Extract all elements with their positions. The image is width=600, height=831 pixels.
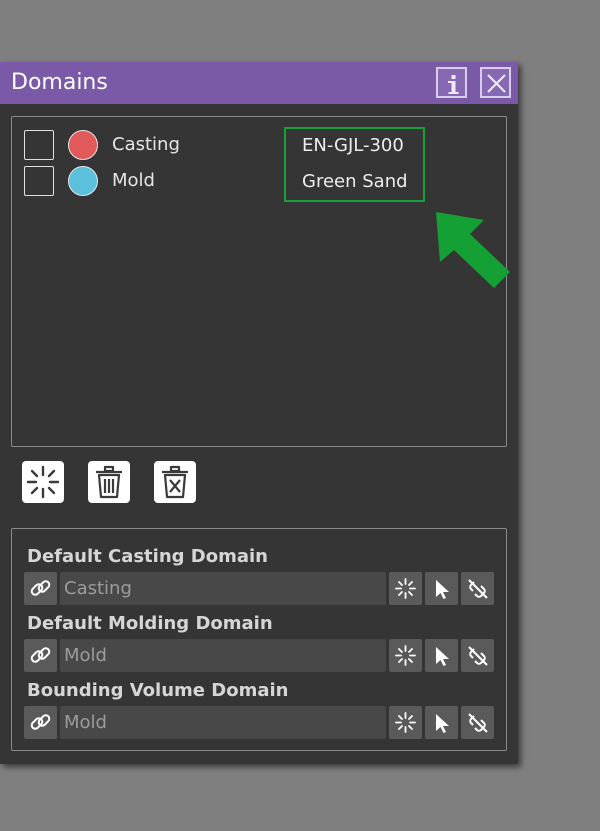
domain-color-swatch[interactable] bbox=[68, 130, 98, 160]
bounding-volume-label: Bounding Volume Domain bbox=[27, 680, 289, 701]
link-icon bbox=[30, 647, 51, 663]
window-title: Domains bbox=[11, 70, 108, 95]
default-domains-section: Default Casting Domain Casting Default M… bbox=[11, 528, 507, 751]
domain-name: Casting bbox=[112, 134, 180, 155]
cursor-icon bbox=[436, 580, 449, 599]
pick-button[interactable] bbox=[425, 639, 458, 672]
bounding-volume-input[interactable]: Mold bbox=[60, 706, 386, 739]
default-casting-field: Casting bbox=[24, 572, 496, 605]
field-value: Mold bbox=[64, 712, 107, 733]
default-casting-label: Default Casting Domain bbox=[27, 546, 268, 567]
domain-color-swatch[interactable] bbox=[68, 166, 98, 196]
field-value: Mold bbox=[64, 645, 107, 666]
default-molding-field: Mold bbox=[24, 639, 496, 672]
link-button[interactable] bbox=[24, 706, 57, 739]
link-button[interactable] bbox=[24, 639, 57, 672]
new-domain-button[interactable] bbox=[389, 639, 422, 672]
domains-panel: Domains Casting Mold EN-GJL-300 Green Sa… bbox=[0, 62, 518, 764]
delete-domain-button[interactable] bbox=[88, 461, 130, 503]
unlink-icon bbox=[468, 713, 488, 733]
domain-checkbox[interactable] bbox=[24, 130, 54, 160]
info-button[interactable] bbox=[436, 67, 467, 98]
add-sparkle-icon bbox=[395, 578, 416, 599]
unlink-button[interactable] bbox=[461, 639, 494, 672]
add-sparkle-icon bbox=[26, 465, 60, 499]
new-domain-button[interactable] bbox=[389, 572, 422, 605]
trash-icon bbox=[96, 465, 122, 499]
new-domain-button[interactable] bbox=[389, 706, 422, 739]
field-value: Casting bbox=[64, 578, 132, 599]
default-molding-input[interactable]: Mold bbox=[60, 639, 386, 672]
info-icon bbox=[448, 75, 459, 94]
domain-checkbox[interactable] bbox=[24, 166, 54, 196]
add-sparkle-icon bbox=[395, 712, 416, 733]
link-icon bbox=[30, 580, 51, 596]
link-icon bbox=[30, 714, 51, 730]
close-button[interactable] bbox=[480, 67, 511, 98]
bounding-volume-field: Mold bbox=[24, 706, 496, 739]
material-label[interactable]: Green Sand bbox=[302, 171, 408, 192]
material-highlight: EN-GJL-300 Green Sand bbox=[284, 127, 425, 202]
delete-all-button[interactable] bbox=[154, 461, 196, 503]
add-domain-button[interactable] bbox=[22, 461, 64, 503]
default-casting-input[interactable]: Casting bbox=[60, 572, 386, 605]
pick-button[interactable] bbox=[425, 706, 458, 739]
unlink-button[interactable] bbox=[461, 572, 494, 605]
material-label[interactable]: EN-GJL-300 bbox=[302, 135, 404, 156]
cursor-icon bbox=[436, 647, 449, 666]
unlink-icon bbox=[468, 579, 488, 599]
default-molding-label: Default Molding Domain bbox=[27, 613, 273, 634]
pick-button[interactable] bbox=[425, 572, 458, 605]
unlink-icon bbox=[468, 646, 488, 666]
annotation-arrow-icon bbox=[436, 212, 510, 288]
delete-all-icon bbox=[162, 465, 188, 499]
add-sparkle-icon bbox=[395, 645, 416, 666]
domain-name: Mold bbox=[112, 170, 155, 191]
cursor-icon bbox=[436, 714, 449, 733]
title-bar: Domains bbox=[0, 62, 518, 104]
unlink-button[interactable] bbox=[461, 706, 494, 739]
close-icon bbox=[487, 74, 506, 93]
link-button[interactable] bbox=[24, 572, 57, 605]
